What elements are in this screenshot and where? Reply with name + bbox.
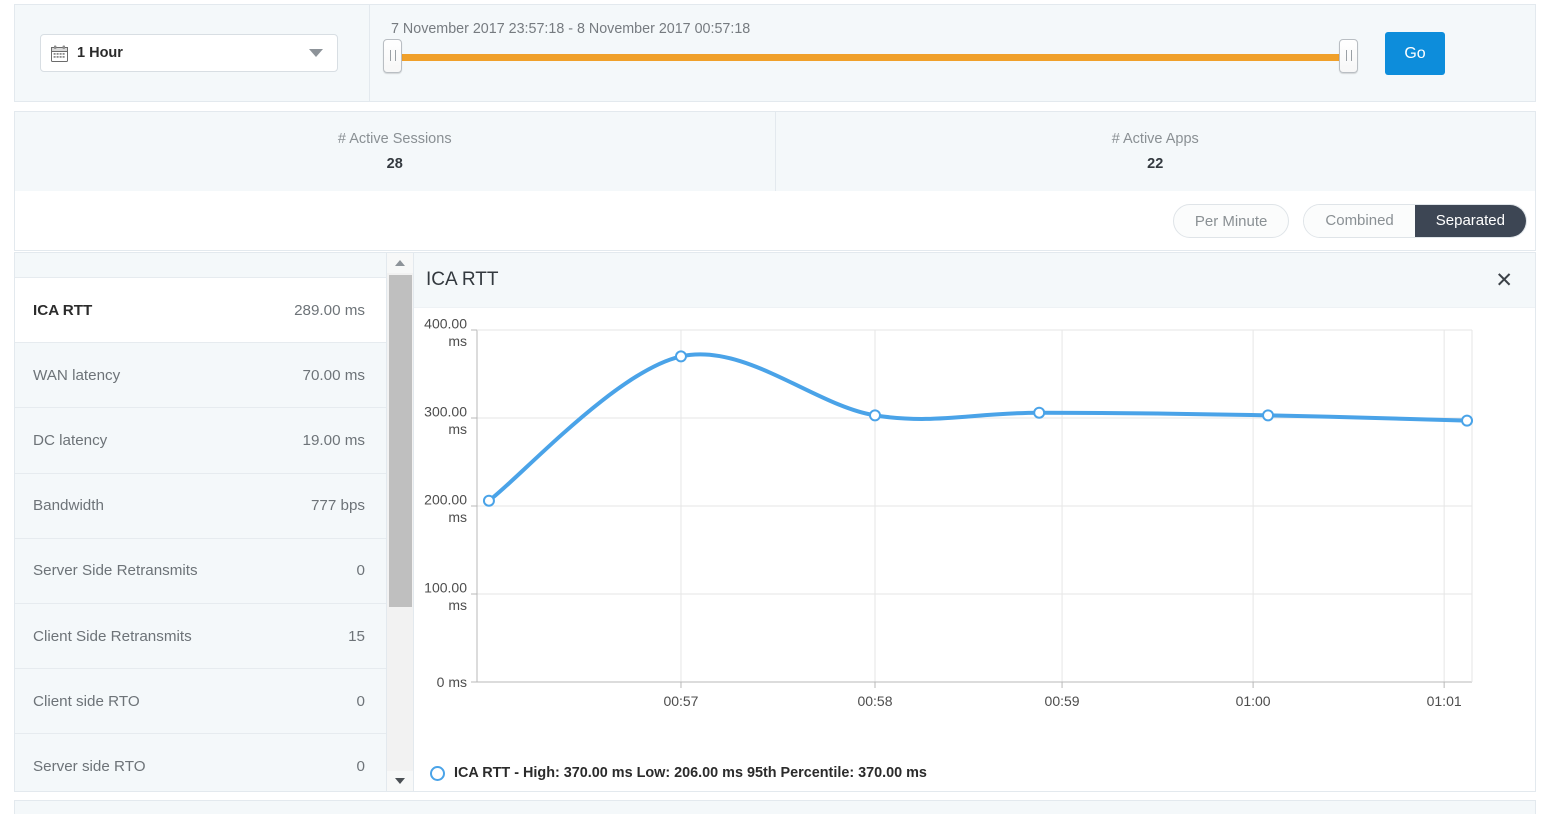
list-spacer <box>15 253 387 278</box>
data-point[interactable] <box>1034 408 1044 418</box>
metric-value: 289.00 ms <box>294 302 365 319</box>
time-range-slider[interactable] <box>391 51 1356 65</box>
time-range-dropdown[interactable]: 1 Hour <box>40 34 338 72</box>
metric-list-scrollbar[interactable] <box>386 253 413 791</box>
x-axis-label: 01:00 <box>1236 693 1271 709</box>
metric-value: 0 <box>357 693 365 710</box>
metric-name: DC latency <box>33 432 107 449</box>
x-axis-label: 00:57 <box>663 693 698 709</box>
data-point[interactable] <box>676 351 686 361</box>
stat-value: 22 <box>1147 156 1163 172</box>
stat-value: 28 <box>387 156 403 172</box>
metric-list-panel: ICA RTT 289.00 ms WAN latency 70.00 ms DC la… <box>14 252 414 792</box>
stat-label: # Active Sessions <box>338 131 452 147</box>
metric-row[interactable]: Server side RTO 0 <box>15 734 387 792</box>
data-point[interactable] <box>1462 416 1472 426</box>
chevron-down-icon[interactable] <box>309 49 323 57</box>
metric-name: Server Side Retransmits <box>33 562 198 579</box>
stat-active-sessions: # Active Sessions 28 <box>15 112 775 191</box>
time-slider-section: 7 November 2017 23:57:18 - 8 November 20… <box>370 5 1385 101</box>
time-range-section: 1 Hour <box>15 5 370 101</box>
metric-value: 15 <box>348 628 365 645</box>
per-minute-toggle[interactable]: Per Minute <box>1173 204 1290 238</box>
scroll-up-icon[interactable] <box>387 253 414 273</box>
data-point[interactable] <box>1263 410 1273 420</box>
close-icon[interactable]: ✕ <box>1495 270 1513 291</box>
combined-separated-group: Combined Separated <box>1303 204 1527 238</box>
chart-body: 400.00ms 300.00ms 200.00ms 100.00ms 0 ms 00:5… <box>414 308 1535 791</box>
metric-value: 0 <box>357 562 365 579</box>
y-axis-label: 0 ms <box>437 674 467 690</box>
metric-value: 19.00 ms <box>303 432 365 449</box>
metric-row[interactable]: ICA RTT 289.00 ms <box>15 278 387 343</box>
scrollbar-thumb[interactable] <box>389 275 412 607</box>
combined-toggle[interactable]: Combined <box>1304 205 1414 237</box>
metric-value: 0 <box>357 758 365 775</box>
slider-track[interactable] <box>391 54 1356 61</box>
go-button[interactable]: Go <box>1385 32 1445 75</box>
x-axis-label: 00:59 <box>1045 693 1080 709</box>
metric-name: Client side RTO <box>33 693 140 710</box>
slider-handle-start[interactable] <box>383 39 402 73</box>
y-axis-label: 400.00ms <box>424 316 467 350</box>
bottom-panel-edge <box>14 800 1536 814</box>
y-axis-label: 200.00ms <box>424 492 467 526</box>
metric-row[interactable]: Bandwidth 777 bps <box>15 474 387 539</box>
metric-name: WAN latency <box>33 367 120 384</box>
data-point[interactable] <box>870 410 880 420</box>
performance-dashboard: 1 Hour 7 November 2017 23:57:18 - 8 Nove… <box>0 0 1550 815</box>
y-axis-label: 100.00ms <box>424 580 467 614</box>
scroll-down-icon[interactable] <box>387 771 414 791</box>
slider-handle-end[interactable] <box>1339 39 1358 73</box>
go-section: Go <box>1385 5 1535 101</box>
chart-panel: ICA RTT ✕ 400.00ms 300.00ms 200.00ms 100.00… <box>414 252 1536 792</box>
separated-toggle[interactable]: Separated <box>1415 205 1526 237</box>
time-range-value: 1 Hour <box>77 45 309 61</box>
y-axis-label: 300.00ms <box>424 404 467 438</box>
data-point[interactable] <box>484 496 494 506</box>
metric-name: ICA RTT <box>33 302 92 319</box>
legend-label: ICA RTT - High: 370.00 ms Low: 206.00 ms… <box>454 765 927 781</box>
metric-list: ICA RTT 289.00 ms WAN latency 70.00 ms DC la… <box>15 253 387 792</box>
x-axis-label: 01:01 <box>1427 693 1462 709</box>
summary-stats: # Active Sessions 28 # Active Apps 22 <box>14 111 1536 191</box>
toolbar: 1 Hour 7 November 2017 23:57:18 - 8 Nove… <box>14 4 1536 102</box>
metric-row[interactable]: WAN latency 70.00 ms <box>15 343 387 408</box>
metric-row[interactable]: DC latency 19.00 ms <box>15 408 387 473</box>
legend-marker-icon <box>430 766 445 781</box>
metric-name: Client Side Retransmits <box>33 628 192 645</box>
stat-active-apps: # Active Apps 22 <box>775 112 1536 191</box>
chart-header: ICA RTT ✕ <box>414 253 1535 308</box>
metric-row[interactable]: Client side RTO 0 <box>15 669 387 734</box>
calendar-icon <box>51 45 68 62</box>
chart-legend: ICA RTT - High: 370.00 ms Low: 206.00 ms… <box>430 765 927 781</box>
ica-rtt-line-chart: 400.00ms 300.00ms 200.00ms 100.00ms 0 ms 00:5… <box>414 308 1534 758</box>
series-line-ica-rtt <box>489 354 1467 500</box>
metric-row[interactable]: Client Side Retransmits 15 <box>15 604 387 669</box>
chart-title: ICA RTT <box>426 269 499 291</box>
metric-name: Server side RTO <box>33 758 146 775</box>
metric-row[interactable]: Server Side Retransmits 0 <box>15 539 387 604</box>
x-axis-label: 00:58 <box>857 693 892 709</box>
date-range-label: 7 November 2017 23:57:18 - 8 November 20… <box>391 21 750 37</box>
metric-value: 777 bps <box>311 497 365 514</box>
metric-value: 70.00 ms <box>303 367 365 384</box>
stat-label: # Active Apps <box>1112 131 1199 147</box>
view-toggle-bar: Per Minute Combined Separated <box>14 191 1536 251</box>
metric-name: Bandwidth <box>33 497 104 514</box>
